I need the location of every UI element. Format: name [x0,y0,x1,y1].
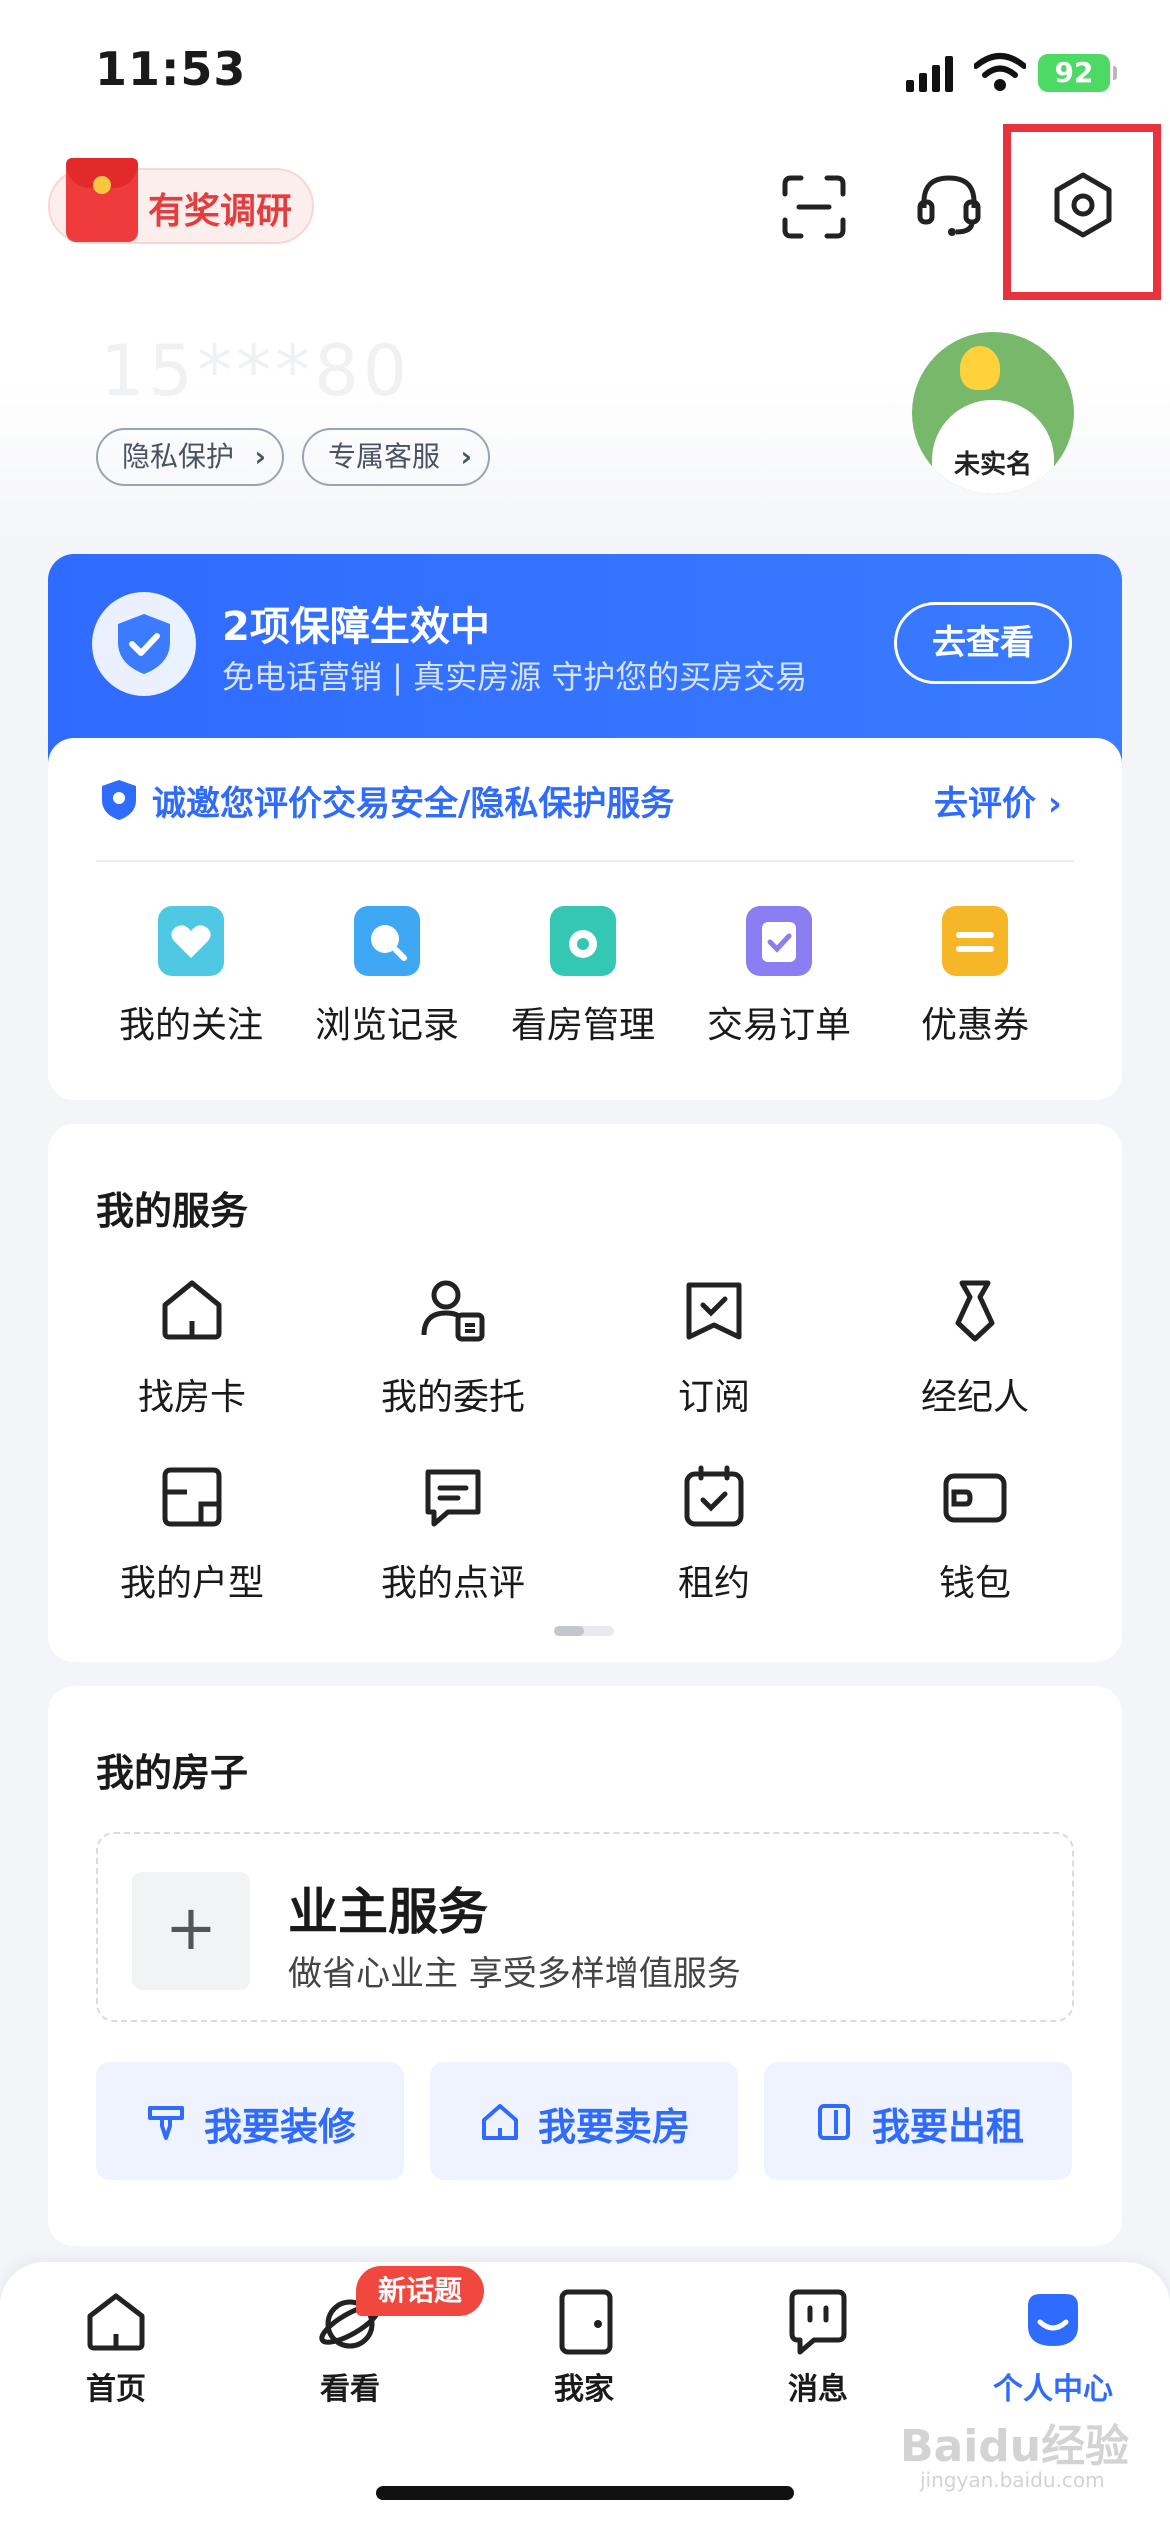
service-label[interactable]: 钱包 [855,1554,1095,1606]
shield-badge [92,592,196,696]
quick-item-label[interactable]: 我的关注 [93,996,289,1048]
owner-service-title: 业主服务 [288,1883,488,1941]
floorplan-icon[interactable] [157,1462,227,1532]
service-label[interactable]: 订阅 [594,1368,834,1420]
guarantee-title: 2项保障生效中 [222,604,490,650]
service-label[interactable]: 找房卡 [72,1368,312,1420]
quick-item-label[interactable]: 交易订单 [681,996,877,1048]
new-topic-badge: 新话题 [356,2266,484,2316]
avatar[interactable]: 未实名 [912,332,1074,494]
wallet-icon[interactable] [940,1462,1010,1532]
service-label[interactable]: 我的委托 [333,1368,573,1420]
order-icon[interactable] [746,906,812,976]
rent-out-label: 我要出租 [872,2105,1025,2149]
message-icon[interactable] [786,2288,850,2356]
sell-house-button[interactable]: 我要卖房 [430,2062,738,2180]
tab-look[interactable]: 看看 [270,2364,430,2408]
service-label[interactable]: 经纪人 [855,1368,1095,1420]
service-label[interactable]: 租约 [594,1554,834,1606]
guarantee-subtitle: 免电话营销 | 真实房源 守护您的买房交易 [222,658,808,696]
search-icon[interactable] [354,906,420,976]
customer-service-icon[interactable] [914,170,984,240]
subscribe-icon[interactable] [679,1275,749,1345]
rent-out-button[interactable]: 我要出租 [764,2062,1072,2180]
services-title: 我的服务 [96,1189,249,1233]
view-guarantee-button[interactable]: 去查看 [894,602,1072,684]
house-title: 我的房子 [96,1751,249,1795]
renovate-label: 我要装修 [204,2105,357,2149]
settings-highlight-box [1003,124,1161,300]
service-label[interactable]: 我的点评 [333,1554,573,1606]
battery-indicator: 92 [1038,54,1117,92]
house-card-icon[interactable] [157,1275,227,1345]
tab-messages[interactable]: 消息 [738,2364,898,2408]
coupon-icon[interactable] [942,906,1008,976]
evaluate-link[interactable]: 去评价 › [934,776,1062,825]
evaluate-link-label: 去评价 [934,784,1036,824]
duck-icon [960,346,1000,390]
status-time: 11:53 [95,42,247,96]
chip-label: 专属客服 [328,440,441,473]
chip-label: 隐私保护 [122,440,235,473]
review-icon[interactable] [418,1462,488,1532]
quick-item-label[interactable]: 浏览记录 [289,996,485,1048]
smile-icon[interactable] [1022,2288,1084,2350]
privacy-chip[interactable]: 隐私保护 › [96,428,284,486]
house-icon [482,2104,518,2140]
entrust-icon[interactable] [418,1275,488,1345]
door-icon [818,2104,850,2140]
quick-item-label[interactable]: 看房管理 [485,996,681,1048]
evaluation-invite-text[interactable]: 诚邀您评价交易安全/隐私保护服务 [152,776,674,825]
camera-icon[interactable] [550,906,616,976]
plus-icon[interactable]: + [132,1872,250,1990]
chevron-right-icon: › [460,440,472,473]
owner-service-subtitle: 做省心业主 享受多样增值服务 [288,1954,741,1994]
brush-icon [148,2106,184,2140]
chevron-right-icon: › [254,440,266,473]
lease-icon[interactable] [679,1462,749,1532]
divider [96,860,1074,862]
home-icon[interactable] [84,2290,148,2354]
location-shield-icon [102,780,136,820]
home-indicator[interactable] [376,2486,794,2500]
masked-phone-number: 15***80 [100,330,412,412]
page-indicator-thumb [554,1626,584,1636]
tab-profile[interactable]: 个人中心 [972,2364,1134,2408]
watermark-url: jingyan.baidu.com [920,2468,1105,2492]
scan-icon[interactable] [779,172,849,242]
avatar-label: 未实名 [953,450,1032,480]
renovate-button[interactable]: 我要装修 [96,2062,404,2180]
heart-icon[interactable] [158,906,224,976]
wifi-icon [974,53,1026,91]
sell-house-label: 我要卖房 [538,2105,691,2149]
door-icon[interactable] [554,2288,618,2356]
tab-my-home[interactable]: 我家 [504,2364,664,2408]
shield-check-icon [118,614,170,674]
survey-label: 有奖调研 [148,191,293,232]
red-envelope-icon [66,158,138,242]
tab-home[interactable]: 首页 [36,2364,196,2408]
quick-item-label[interactable]: 优惠券 [877,996,1073,1048]
exclusive-service-chip[interactable]: 专属客服 › [302,428,490,486]
signal-icon [906,56,953,92]
service-label[interactable]: 我的户型 [72,1554,312,1606]
agent-icon[interactable] [940,1275,1010,1345]
watermark: Baidu经验 [900,2421,1130,2472]
